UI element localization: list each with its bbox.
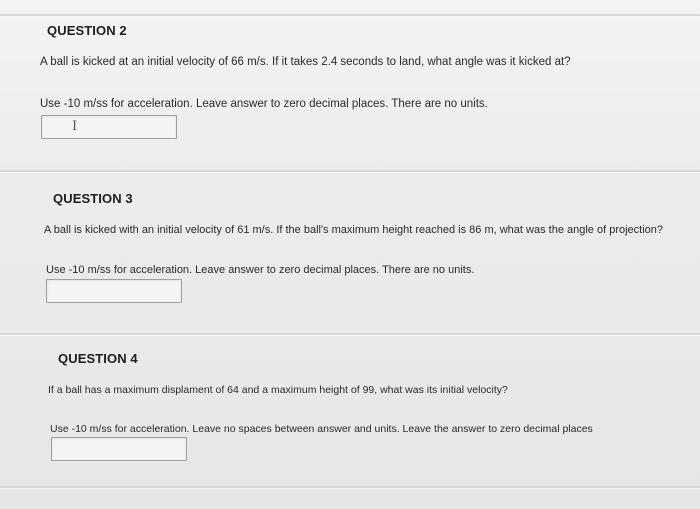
question-instruction: Use -10 m/ss for acceleration. Leave ans…: [40, 98, 488, 110]
question-heading: QUESTION 2: [47, 23, 127, 38]
answer-input[interactable]: [51, 437, 187, 461]
question-divider: [0, 14, 700, 17]
question-divider: [0, 333, 700, 336]
question-divider: [0, 486, 700, 489]
quiz-page: QUESTION 2 A ball is kicked at an initia…: [0, 0, 700, 509]
question-instruction: Use -10 m/ss for acceleration. Leave no …: [50, 423, 593, 435]
question-text: A ball is kicked at an initial velocity …: [40, 56, 571, 68]
answer-input[interactable]: [46, 279, 182, 303]
question-instruction: Use -10 m/ss for acceleration. Leave ans…: [46, 264, 475, 276]
question-heading: QUESTION 4: [58, 351, 138, 366]
question-divider: [0, 170, 700, 173]
text-cursor-icon: I: [72, 119, 78, 134]
question-text: A ball is kicked with an initial velocit…: [44, 224, 664, 236]
answer-input[interactable]: I: [41, 115, 177, 139]
question-text: If a ball has a maximum displament of 64…: [48, 384, 508, 396]
question-heading: QUESTION 3: [53, 191, 133, 206]
